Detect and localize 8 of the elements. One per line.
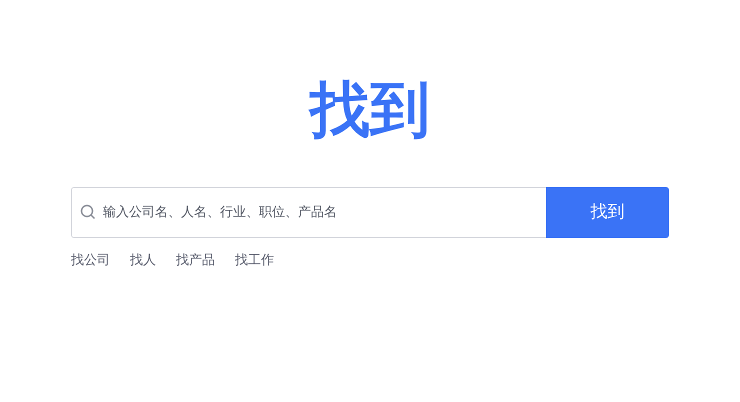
quick-link[interactable]: 找公司 [71,251,110,270]
search-button[interactable]: 找到 [546,187,669,238]
quick-link[interactable]: 找人 [130,251,156,270]
quick-link[interactable]: 找产品 [176,251,215,270]
quick-link[interactable]: 找工作 [235,251,274,270]
logo: 找到 [310,74,430,147]
search-icon [80,204,96,220]
search-field[interactable]: 输入公司名、人名、行业、职位、产品名 [71,187,546,238]
